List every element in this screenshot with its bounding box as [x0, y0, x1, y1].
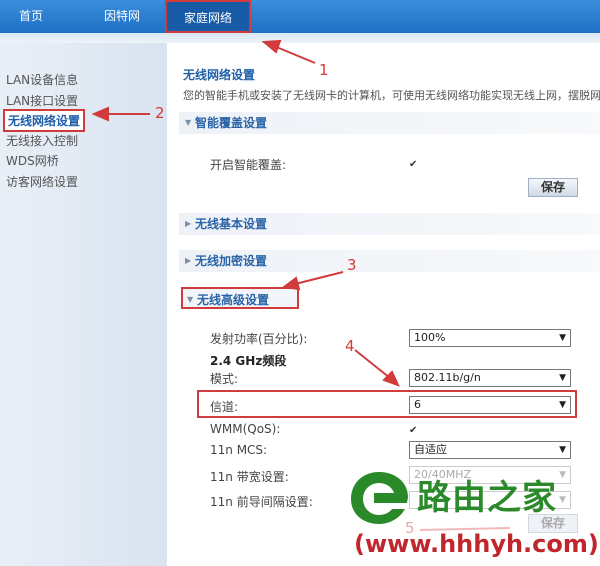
sidebar: LAN设备信息 LAN接口设置 无线网络设置 无线接入控制 WDS网桥 访客网络…	[0, 43, 167, 566]
smart-coverage-header-label: 智能覆盖设置	[195, 116, 268, 130]
collapse-arrow-icon: ▼	[185, 118, 192, 127]
basic-settings-header[interactable]: ▶ 无线基本设置	[179, 213, 600, 235]
band-label: 2.4 GHz频段	[210, 354, 287, 368]
mcs-select[interactable]: 自适应 ▼	[409, 441, 571, 459]
mode-label: 模式:	[210, 372, 239, 386]
page-description: 您的智能手机或安装了无线网卡的计算机，可使用无线网络功能实现无线上网，摆脱网线的	[183, 89, 600, 102]
tab-home[interactable]: 首页	[0, 0, 62, 33]
sidebar-item-lan-interface[interactable]: LAN接口设置	[6, 92, 78, 109]
mode-value: 802.11b/g/n	[414, 371, 481, 384]
tab-home-network[interactable]: 家庭网络	[165, 0, 251, 33]
mcs-label: 11n MCS:	[210, 443, 268, 457]
dropdown-caret-icon: ▼	[559, 470, 566, 480]
dropdown-caret-icon: ▼	[559, 445, 566, 455]
sidebar-item-guest-network[interactable]: 访客网络设置	[6, 173, 78, 190]
wmm-checkbox[interactable]: ✔	[409, 425, 417, 436]
expand-arrow-icon: ▶	[185, 219, 192, 228]
sidebar-item-wireless-access-control[interactable]: 无线接入控制	[6, 132, 78, 149]
channel-select[interactable]: 6 ▼	[409, 396, 571, 414]
nav-shadow-bar	[0, 33, 600, 43]
sidebar-item-wireless-settings[interactable]: 无线网络设置	[3, 109, 86, 132]
annotation-number-4: 4	[345, 337, 355, 355]
advanced-settings-header-label: 无线高级设置	[197, 293, 270, 307]
expand-arrow-icon: ▶	[185, 256, 192, 265]
annotation-number-3: 3	[347, 256, 357, 274]
basic-settings-header-label: 无线基本设置	[195, 217, 268, 231]
mode-select[interactable]: 802.11b/g/n ▼	[409, 369, 571, 387]
sidebar-item-wds-bridge[interactable]: WDS网桥	[6, 152, 59, 169]
tx-power-select[interactable]: 100% ▼	[409, 329, 571, 347]
dropdown-caret-icon: ▼	[559, 400, 566, 410]
watermark-url: (www.hhhyh.com)	[354, 530, 599, 558]
tx-power-label: 发射功率(百分比):	[210, 332, 308, 346]
watermark-title: 路由之家	[417, 478, 557, 518]
advanced-settings-header[interactable]: ▼ 无线高级设置	[181, 287, 299, 309]
smart-coverage-save-button[interactable]: 保存	[528, 178, 578, 197]
collapse-arrow-icon: ▼	[187, 295, 194, 304]
smart-coverage-header[interactable]: ▼ 智能覆盖设置	[179, 112, 600, 134]
annotation-number-1: 1	[319, 61, 329, 79]
encryption-settings-header-label: 无线加密设置	[195, 254, 268, 268]
guard-interval-label: 11n 前导间隔设置:	[210, 495, 313, 509]
dropdown-caret-icon: ▼	[559, 495, 566, 505]
annotation-number-2: 2	[155, 104, 165, 122]
channel-label: 信道:	[210, 400, 239, 414]
tab-internet[interactable]: 因特网	[82, 0, 162, 33]
router-admin-page: 首页 因特网 家庭网络 LAN设备信息 LAN接口设置 无线网络设置 无线接入控…	[0, 0, 600, 566]
page-title: 无线网络设置	[183, 68, 256, 82]
smart-coverage-label: 开启智能覆盖:	[210, 158, 287, 172]
tx-power-value: 100%	[414, 331, 446, 344]
dropdown-caret-icon: ▼	[559, 373, 566, 383]
channel-value: 6	[414, 398, 421, 411]
mcs-value: 自适应	[414, 443, 447, 456]
bandwidth-label: 11n 带宽设置:	[210, 470, 289, 484]
sidebar-item-lan-device-info[interactable]: LAN设备信息	[6, 71, 78, 88]
top-nav: 首页 因特网 家庭网络	[0, 0, 600, 33]
encryption-settings-header[interactable]: ▶ 无线加密设置	[179, 250, 600, 272]
dropdown-caret-icon: ▼	[559, 333, 566, 343]
watermark-logo-icon	[351, 472, 408, 524]
wmm-label: WMM(QoS):	[210, 422, 281, 436]
smart-coverage-checkbox[interactable]: ✔	[409, 159, 417, 170]
